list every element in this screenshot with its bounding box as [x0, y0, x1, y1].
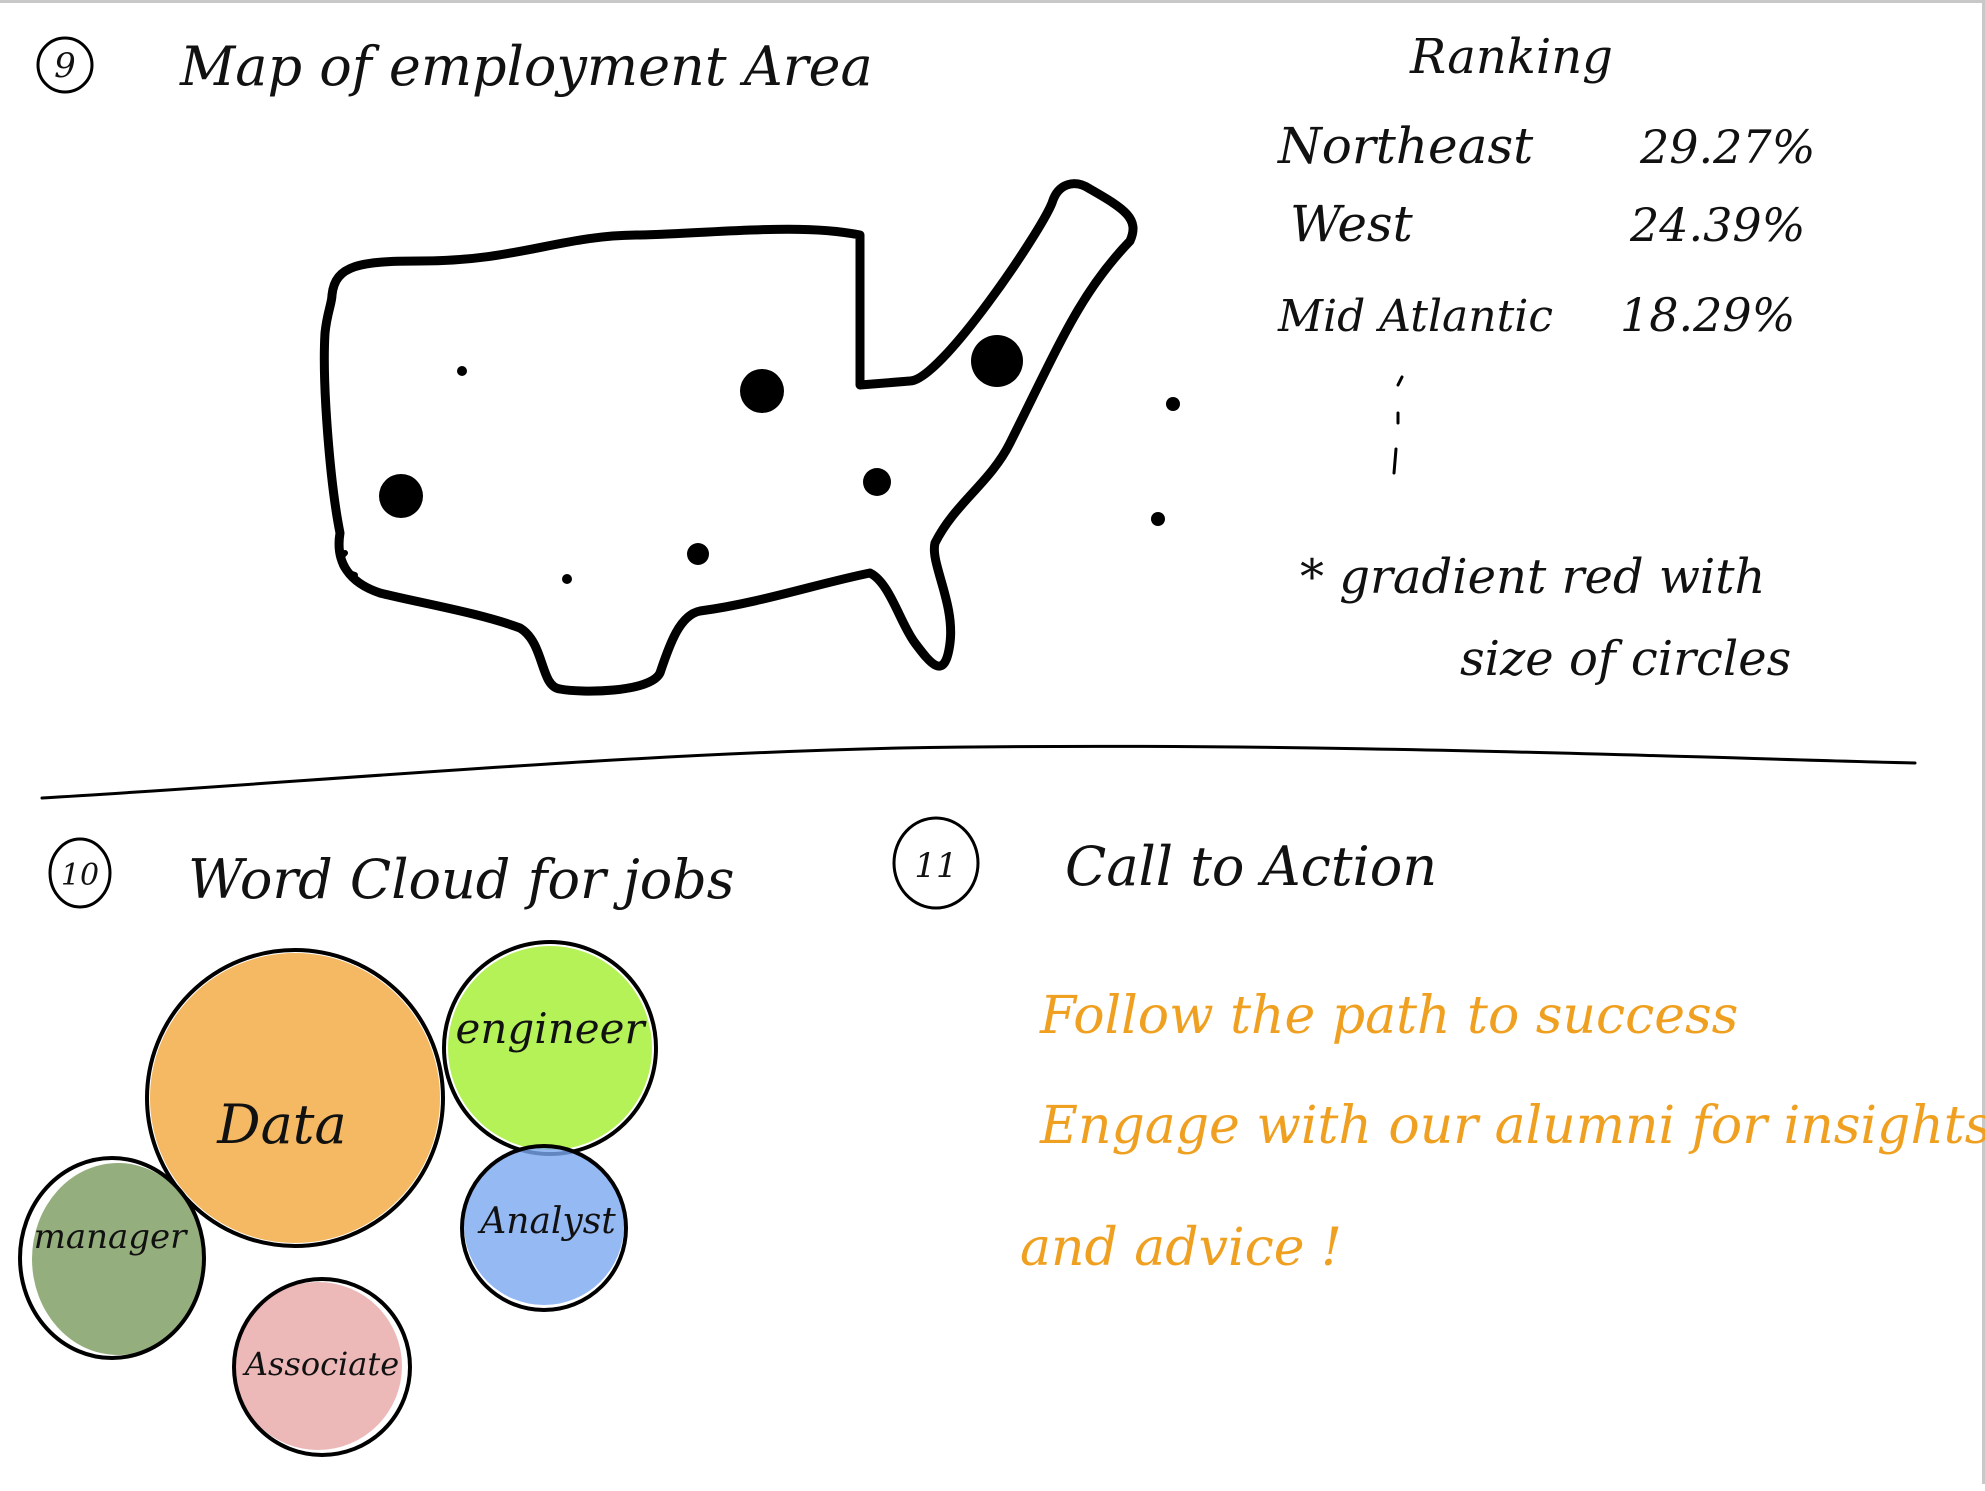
map-dot-texas-west: [562, 574, 572, 584]
section-10: 10 Word Cloud for jobs Data engineer Ana…: [18, 837, 735, 1457]
section-10-number: 10: [61, 858, 99, 893]
section-10-title: Word Cloud for jobs: [188, 848, 735, 911]
ranking-percent-2: 24.39%: [1629, 198, 1805, 252]
section-9: 9 Map of employment Area Ranking Northea…: [36, 29, 1815, 696]
section-9-number: 9: [54, 46, 76, 86]
sketch-canvas: 9 Map of employment Area Ranking Northea…: [0, 0, 1985, 1484]
ranking-heading: Ranking: [1409, 29, 1613, 85]
map-dot-idaho: [457, 366, 467, 376]
section-9-title: Map of employment Area: [179, 35, 873, 98]
sketch-svg: 9 Map of employment Area Ranking Northea…: [18, 29, 1985, 1457]
section-11-number: 11: [914, 846, 957, 886]
bubble-engineer-label: engineer: [455, 1004, 647, 1053]
map-dot-california: [379, 474, 423, 518]
map-dot-texas-east: [687, 543, 709, 565]
ranking-region-1: Northeast: [1277, 117, 1534, 175]
cta-line-1: Follow the path to success: [1039, 986, 1738, 1046]
ranking-region-2: West: [1290, 195, 1414, 253]
bubble-manager-label: manager: [34, 1217, 189, 1257]
map-dot-virginia: [863, 468, 891, 496]
cta-line-3: and advice !: [1020, 1218, 1342, 1278]
map-dot-chicago: [740, 369, 784, 413]
map-dot-northeast: [971, 335, 1023, 387]
ranking-note-line2: size of circles: [1460, 631, 1791, 687]
section-divider: [40, 744, 1917, 800]
ellipsis-mark-1: [1396, 375, 1404, 387]
map-dot-offshore-1: [1166, 397, 1180, 411]
bubble-data-label: Data: [216, 1093, 346, 1156]
ranking-percent-3: 18.29%: [1620, 288, 1795, 342]
cta-line-2: Engage with our alumni for insights: [1039, 1096, 1985, 1156]
section-11: 11 Call to Action Follow the path to suc…: [892, 816, 1985, 1278]
ellipsis-mark-3: [1392, 447, 1398, 475]
section-11-title: Call to Action: [1065, 835, 1437, 898]
ranking-note-line1: * gradient red with: [1300, 549, 1765, 605]
bubble-analyst-label: Analyst: [477, 1201, 616, 1242]
bubble-associate-label: Associate: [242, 1345, 399, 1383]
us-map-outline: [319, 179, 1138, 696]
ranking-region-3: Mid Atlantic: [1277, 291, 1553, 342]
map-dot-offshore-2: [1151, 512, 1165, 526]
ranking-percent-1: 29.27%: [1639, 120, 1815, 174]
